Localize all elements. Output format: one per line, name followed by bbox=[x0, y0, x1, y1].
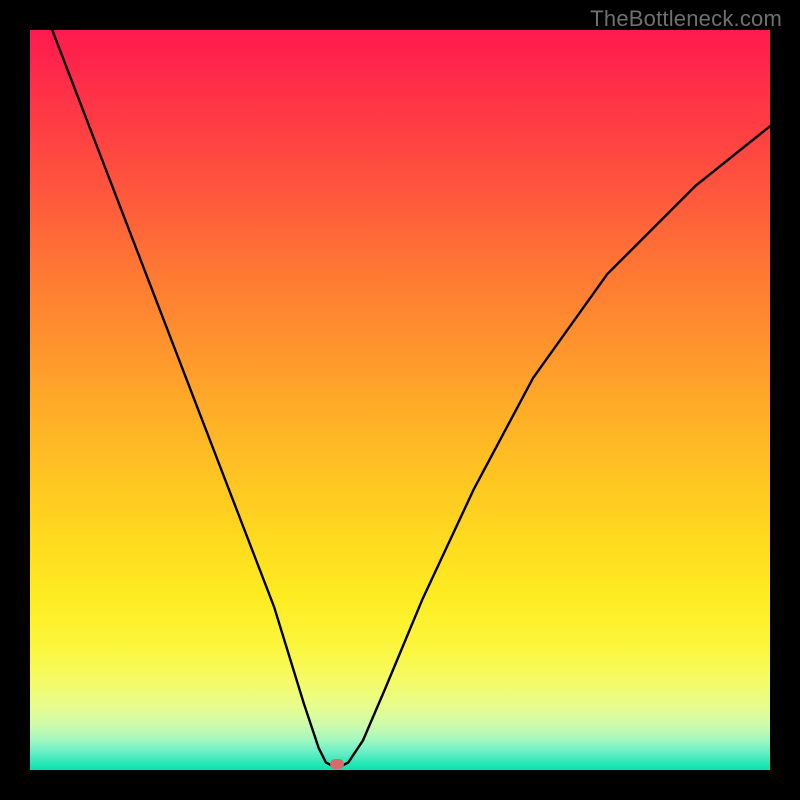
bottleneck-curve bbox=[30, 30, 770, 770]
watermark-text: TheBottleneck.com bbox=[590, 6, 782, 32]
optimal-point-marker bbox=[330, 759, 344, 769]
plot-area bbox=[30, 30, 770, 770]
